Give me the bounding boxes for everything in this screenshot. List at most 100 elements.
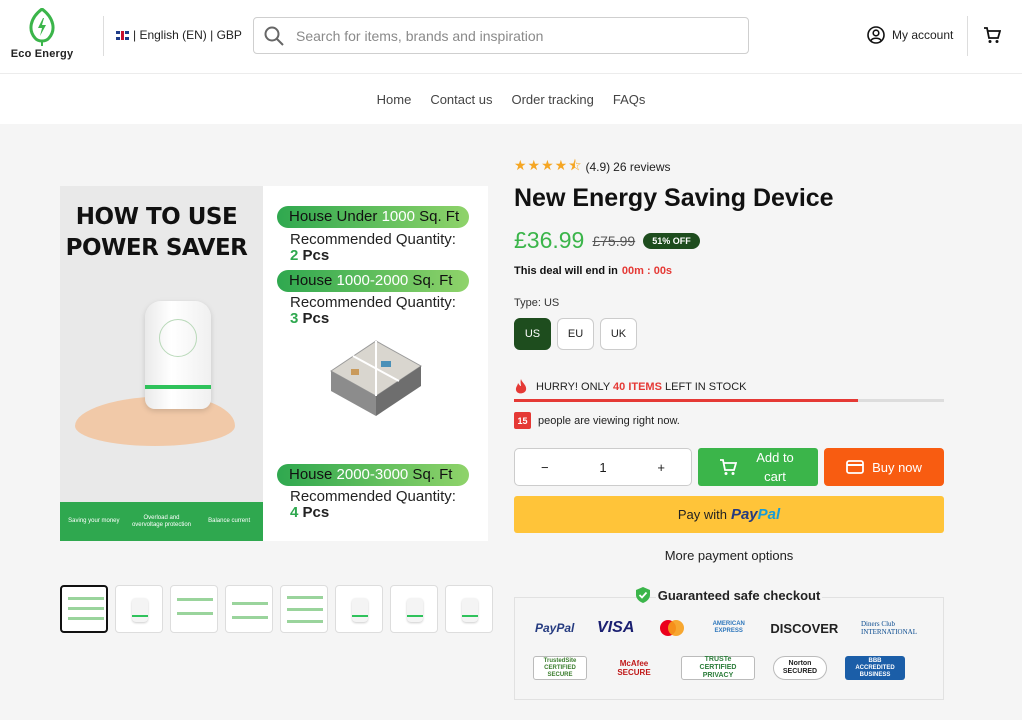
tier-pill: House 1000-2000 Sq. Ft	[277, 270, 469, 292]
my-account-link[interactable]: My account	[867, 26, 953, 44]
add-to-cart-button[interactable]: Add to cart	[698, 448, 818, 486]
buy-now-label: Buy now	[872, 459, 922, 475]
rating-value: (4.9)	[585, 160, 611, 174]
thumbnail[interactable]	[60, 585, 108, 633]
truste-logo: TRUSTe CERTIFIED PRIVACY	[681, 656, 755, 680]
price-row: £36.99 £75.99 51% OFF	[514, 227, 700, 254]
deal-text: This deal will end in	[514, 265, 618, 277]
add-to-cart-label: Add to cart	[756, 450, 794, 484]
locale-selector[interactable]: | English (EN) | GBP	[116, 28, 242, 42]
diners-club-logo: Diners Club INTERNATIONAL	[860, 620, 917, 636]
leaf-bolt-icon	[29, 8, 55, 46]
credit-card-icon	[846, 460, 864, 474]
tier-recommendation: Recommended Quantity: 3 Pcs	[290, 294, 456, 327]
product-title: New Energy Saving Device	[514, 184, 834, 212]
trust-badges-box: PayPal VISA AMERICAN EXPRESS DISCOVER Di…	[514, 597, 944, 700]
product-rating[interactable]: ★★★★⯪ (4.9) 26 reviews	[514, 155, 671, 179]
image-title: HOW TO USE POWER SAVER	[65, 204, 248, 261]
variant-selector: US EU UK	[514, 318, 637, 350]
deal-countdown: This deal will end in 00m : 00s	[514, 265, 672, 277]
header-divider	[967, 16, 968, 56]
more-payment-options-link[interactable]: More payment options	[514, 548, 944, 563]
paypal-logo: PayPal	[535, 621, 575, 635]
thumbnail-strip	[60, 585, 493, 633]
fire-icon	[515, 379, 527, 394]
stock-progress-fill	[514, 399, 858, 402]
variant-type-label: Type: US	[514, 297, 560, 309]
thumbnail[interactable]	[335, 585, 383, 633]
stock-alert: HURRY! ONLY 40 ITEMS LEFT IN STOCK	[514, 379, 747, 395]
nav-home[interactable]: Home	[377, 92, 412, 107]
thumbnail[interactable]	[445, 585, 493, 633]
feature-saving: Saving your money	[68, 518, 120, 524]
feature-balance: Balance current	[208, 518, 251, 524]
safe-checkout-heading: Guaranteed safe checkout	[514, 587, 944, 603]
thumbnail[interactable]	[115, 585, 163, 633]
deal-timer: 00m : 00s	[621, 265, 673, 277]
stock-progress-bar	[514, 399, 944, 402]
viewer-count-badge: 15	[514, 412, 531, 429]
logo-text: Eco Energy	[10, 48, 74, 60]
locale-text: | English (EN) | GBP	[133, 28, 242, 42]
stock-count: 40 ITEMS	[613, 381, 662, 393]
image-left-panel: HOW TO USE POWER SAVER Saving your money…	[60, 186, 263, 541]
variant-uk[interactable]: UK	[600, 318, 637, 350]
thumbnail[interactable]	[390, 585, 438, 633]
user-icon	[867, 26, 885, 44]
security-logos: TrustedSite CERTIFIED SECURE McAfee SECU…	[533, 656, 905, 680]
search-icon[interactable]	[264, 26, 284, 46]
search-input[interactable]	[296, 27, 716, 44]
paypal-logo: PayPal	[730, 506, 781, 523]
account-label: My account	[892, 28, 954, 42]
header-divider	[103, 16, 104, 56]
tier-recommendation: Recommended Quantity: 4 Pcs	[290, 488, 456, 521]
tier-pill: House 2000-3000 Sq. Ft	[277, 464, 469, 486]
site-logo[interactable]: Eco Energy	[8, 8, 76, 66]
thumbnail[interactable]	[170, 585, 218, 633]
nav-contact-us[interactable]: Contact us	[430, 92, 492, 107]
buy-now-button[interactable]: Buy now	[824, 448, 944, 486]
safe-checkout-text: Guaranteed safe checkout	[655, 587, 823, 603]
thumbnail[interactable]	[280, 585, 328, 633]
paypal-prefix: Pay with	[677, 507, 727, 522]
cart-button[interactable]	[983, 26, 1002, 49]
live-viewers: 15 people are viewing right now.	[514, 412, 680, 429]
qty-increase-button[interactable]: +	[657, 460, 665, 475]
star-rating-icon: ★★★★⯪	[514, 157, 583, 173]
norton-logo: Norton SECURED	[773, 656, 827, 680]
paypal-checkout-button[interactable]: Pay with PayPal	[514, 496, 944, 533]
mcafee-logo: McAfee SECURE	[617, 659, 651, 677]
tier-recommendation: Recommended Quantity: 2 Pcs	[290, 231, 456, 264]
feature-strip: Saving your money Overload and overvolta…	[60, 502, 263, 541]
device-stripe	[145, 385, 211, 389]
qty-decrease-button[interactable]: −	[541, 460, 549, 475]
product-main-image[interactable]: HOW TO USE POWER SAVER Saving your money…	[60, 186, 488, 541]
payment-logos: PayPal VISA AMERICAN EXPRESS DISCOVER Di…	[535, 618, 917, 638]
amex-logo: AMERICAN EXPRESS	[712, 621, 745, 634]
mastercard-icon	[660, 620, 685, 636]
main-nav: Home Contact us Order tracking FAQs	[0, 74, 1022, 124]
sale-price: £36.99	[514, 227, 585, 253]
tier-pill: House Under 1000 Sq. Ft	[277, 206, 469, 228]
bbb-logo: BBB ACCREDITED BUSINESS	[845, 656, 905, 680]
search-bar[interactable]	[253, 17, 749, 54]
visa-logo: VISA	[597, 619, 635, 636]
thumbnail[interactable]	[225, 585, 273, 633]
trustedsite-logo: TrustedSite CERTIFIED SECURE	[533, 656, 587, 680]
nav-order-tracking[interactable]: Order tracking	[511, 92, 593, 107]
cart-icon	[984, 27, 1002, 43]
variant-us[interactable]: US	[514, 318, 551, 350]
review-count: 26 reviews	[613, 160, 671, 174]
discover-logo: DISCOVER	[770, 620, 839, 636]
nav-faqs[interactable]: FAQs	[613, 92, 646, 107]
cart-icon	[720, 459, 737, 475]
variant-eu[interactable]: EU	[557, 318, 594, 350]
qty-value[interactable]: 1	[599, 460, 606, 475]
viewers-text: people are viewing right now.	[538, 414, 680, 427]
feature-overload: Overload and overvoltage protection	[131, 514, 191, 528]
shield-check-icon	[635, 587, 650, 603]
quantity-stepper[interactable]: − 1 +	[514, 448, 692, 486]
site-header: Eco Energy | English (EN) | GBP My accou…	[0, 0, 1022, 74]
device-badge	[159, 319, 197, 357]
discount-badge: 51% OFF	[643, 232, 700, 249]
